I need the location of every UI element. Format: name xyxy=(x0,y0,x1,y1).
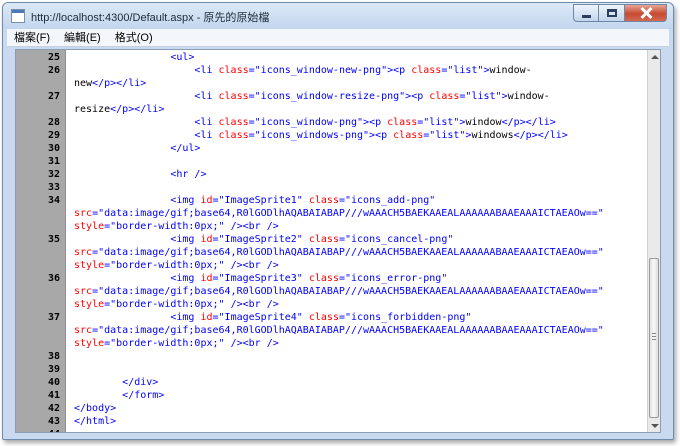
scroll-down-button[interactable] xyxy=(650,421,659,430)
code-text: style="border-width:0px;" /><br /> xyxy=(74,338,279,349)
line-number: 35 xyxy=(47,234,60,245)
minimize-icon xyxy=(581,15,591,18)
code-line: 27 <li class="icons_window-resize-png"><… xyxy=(16,90,648,103)
page-icon xyxy=(11,9,25,23)
code-line: 42 </body> xyxy=(16,402,648,415)
line-number: 42 xyxy=(47,403,60,414)
line-number: 43 xyxy=(47,416,60,427)
code-line: 31 xyxy=(16,155,648,168)
line-number: 26 xyxy=(47,65,60,76)
code-text: <img id="ImageSprite2" class="icons_canc… xyxy=(170,234,454,245)
code-line: 43 </html> xyxy=(16,415,648,428)
close-icon xyxy=(640,7,652,19)
code-line: style="border-width:0px;" /><br /> xyxy=(16,259,648,272)
code-line: src="data:image/gif;base64,R0lGODlhAQABA… xyxy=(16,207,648,220)
menu-format[interactable]: 格式(O) xyxy=(108,29,160,47)
menu-edit[interactable]: 編輯(E) xyxy=(57,29,108,47)
code-text: <li class="icons_window-png"><p class="l… xyxy=(194,117,556,128)
code-line: 30 </ul> xyxy=(16,142,648,155)
code-text: </form> xyxy=(122,390,165,401)
code-line: 38 xyxy=(16,350,648,363)
code-line: 37 <img id="ImageSprite4" class="icons_f… xyxy=(16,311,648,324)
code-line: 36 <img id="ImageSprite3" class="icons_e… xyxy=(16,272,648,285)
window-title: http://localhost:4300/Default.aspx - 原先的… xyxy=(31,12,270,24)
line-number: 41 xyxy=(47,390,60,401)
code-text: new</p></li> xyxy=(74,78,147,89)
code-text: </body> xyxy=(74,403,117,414)
code-text: src="data:image/gif;base64,R0lGODlhAQABA… xyxy=(74,247,604,258)
code-line: 39 xyxy=(16,363,648,376)
code-line: new</p></li> xyxy=(16,77,648,90)
scrollbar-thumb[interactable] xyxy=(649,258,659,418)
close-button[interactable] xyxy=(625,4,667,22)
line-number: 28 xyxy=(47,117,60,128)
scroll-up-button[interactable] xyxy=(650,52,659,61)
grip-icon xyxy=(652,333,656,340)
code-text: </ul> xyxy=(170,143,201,154)
code-line: 29 <li class="icons_windows-png"><p clas… xyxy=(16,129,648,142)
code-text: style="border-width:0px;" /><br /> xyxy=(74,221,279,232)
code-line: style="border-width:0px;" /><br /> xyxy=(16,298,648,311)
code-text: resize</p></li> xyxy=(74,104,165,115)
line-number: 37 xyxy=(47,312,60,323)
code-line: 26 <li class="icons_window-new-png"><p c… xyxy=(16,64,648,77)
code-line: resize</p></li> xyxy=(16,103,648,116)
code-text: src="data:image/gif;base64,R0lGODlhAQABA… xyxy=(74,286,604,297)
line-number: 38 xyxy=(47,351,60,362)
line-number: 39 xyxy=(47,364,60,375)
code-line: src="data:image/gif;base64,R0lGODlhAQABA… xyxy=(16,324,648,337)
line-number: 34 xyxy=(47,195,60,206)
caption-buttons xyxy=(573,4,667,23)
line-number: 32 xyxy=(47,169,60,180)
maximize-button[interactable] xyxy=(599,4,625,22)
code-text: style="border-width:0px;" /><br /> xyxy=(74,299,279,310)
code-line: 32 <hr /> xyxy=(16,168,648,181)
code-area[interactable]: 25 <ul> 26 <li class="icons_window-new-pn… xyxy=(16,50,648,432)
line-number: 44 xyxy=(16,428,60,432)
arrow-up-icon xyxy=(650,54,659,59)
line-number: 36 xyxy=(47,273,60,284)
line-number: 31 xyxy=(47,156,60,167)
line-number: 33 xyxy=(47,182,60,193)
line-number: 25 xyxy=(47,52,60,63)
code-line: 41 </form> xyxy=(16,389,648,402)
code-text: <img id="ImageSprite3" class="icons_erro… xyxy=(170,273,448,284)
code-line: src="data:image/gif;base64,R0lGODlhAQABA… xyxy=(16,246,648,259)
code-text: </html> xyxy=(74,416,117,427)
line-number: 30 xyxy=(47,143,60,154)
line-number: 40 xyxy=(47,377,60,388)
code-line: 34 <img id="ImageSprite1" class="icons_a… xyxy=(16,194,648,207)
maximize-icon xyxy=(606,9,617,17)
minimize-button[interactable] xyxy=(573,4,599,22)
code-text: <img id="ImageSprite4" class="icons_forb… xyxy=(170,312,472,323)
code-text: style="border-width:0px;" /><br /> xyxy=(74,260,279,271)
code-text: <ul> xyxy=(170,52,195,63)
code-line: 25 <ul> xyxy=(16,51,648,64)
code-line: src="data:image/gif;base64,R0lGODlhAQABA… xyxy=(16,285,648,298)
code-text: </div> xyxy=(122,377,159,388)
code-text: <li class="icons_window-resize-png"><p c… xyxy=(194,91,550,102)
code-line: 28 <li class="icons_window-png"><p class… xyxy=(16,116,648,129)
title-bar[interactable]: http://localhost:4300/Default.aspx - 原先的… xyxy=(3,3,673,29)
view-source-window: http://localhost:4300/Default.aspx - 原先的… xyxy=(2,2,674,440)
code-line: style="border-width:0px;" /><br /> xyxy=(16,337,648,350)
code-text: <li class="icons_window-new-png"><p clas… xyxy=(194,65,532,76)
source-code-view[interactable]: 25 <ul> 26 <li class="icons_window-new-pn… xyxy=(15,49,661,433)
code-text: src="data:image/gif;base64,R0lGODlhAQABA… xyxy=(74,208,604,219)
code-line: style="border-width:0px;" /><br /> xyxy=(16,220,648,233)
arrow-down-icon xyxy=(650,423,659,428)
code-line: 33 xyxy=(16,181,648,194)
line-number: 27 xyxy=(47,91,60,102)
code-text: <hr /> xyxy=(170,169,207,180)
menu-file[interactable]: 檔案(F) xyxy=(7,29,57,47)
code-text: src="data:image/gif;base64,R0lGODlhAQABA… xyxy=(74,325,604,336)
code-text: <img id="ImageSprite1" class="icons_add-… xyxy=(170,195,436,206)
menu-bar: 檔案(F) 編輯(E) 格式(O) xyxy=(7,29,669,47)
line-number: 29 xyxy=(47,130,60,141)
code-line: 35 <img id="ImageSprite2" class="icons_c… xyxy=(16,233,648,246)
code-line: 40 </div> xyxy=(16,376,648,389)
code-line: 44 xyxy=(16,428,648,432)
vertical-scrollbar[interactable] xyxy=(647,50,660,432)
code-text: <li class="icons_windows-png"><p class="… xyxy=(194,130,568,141)
